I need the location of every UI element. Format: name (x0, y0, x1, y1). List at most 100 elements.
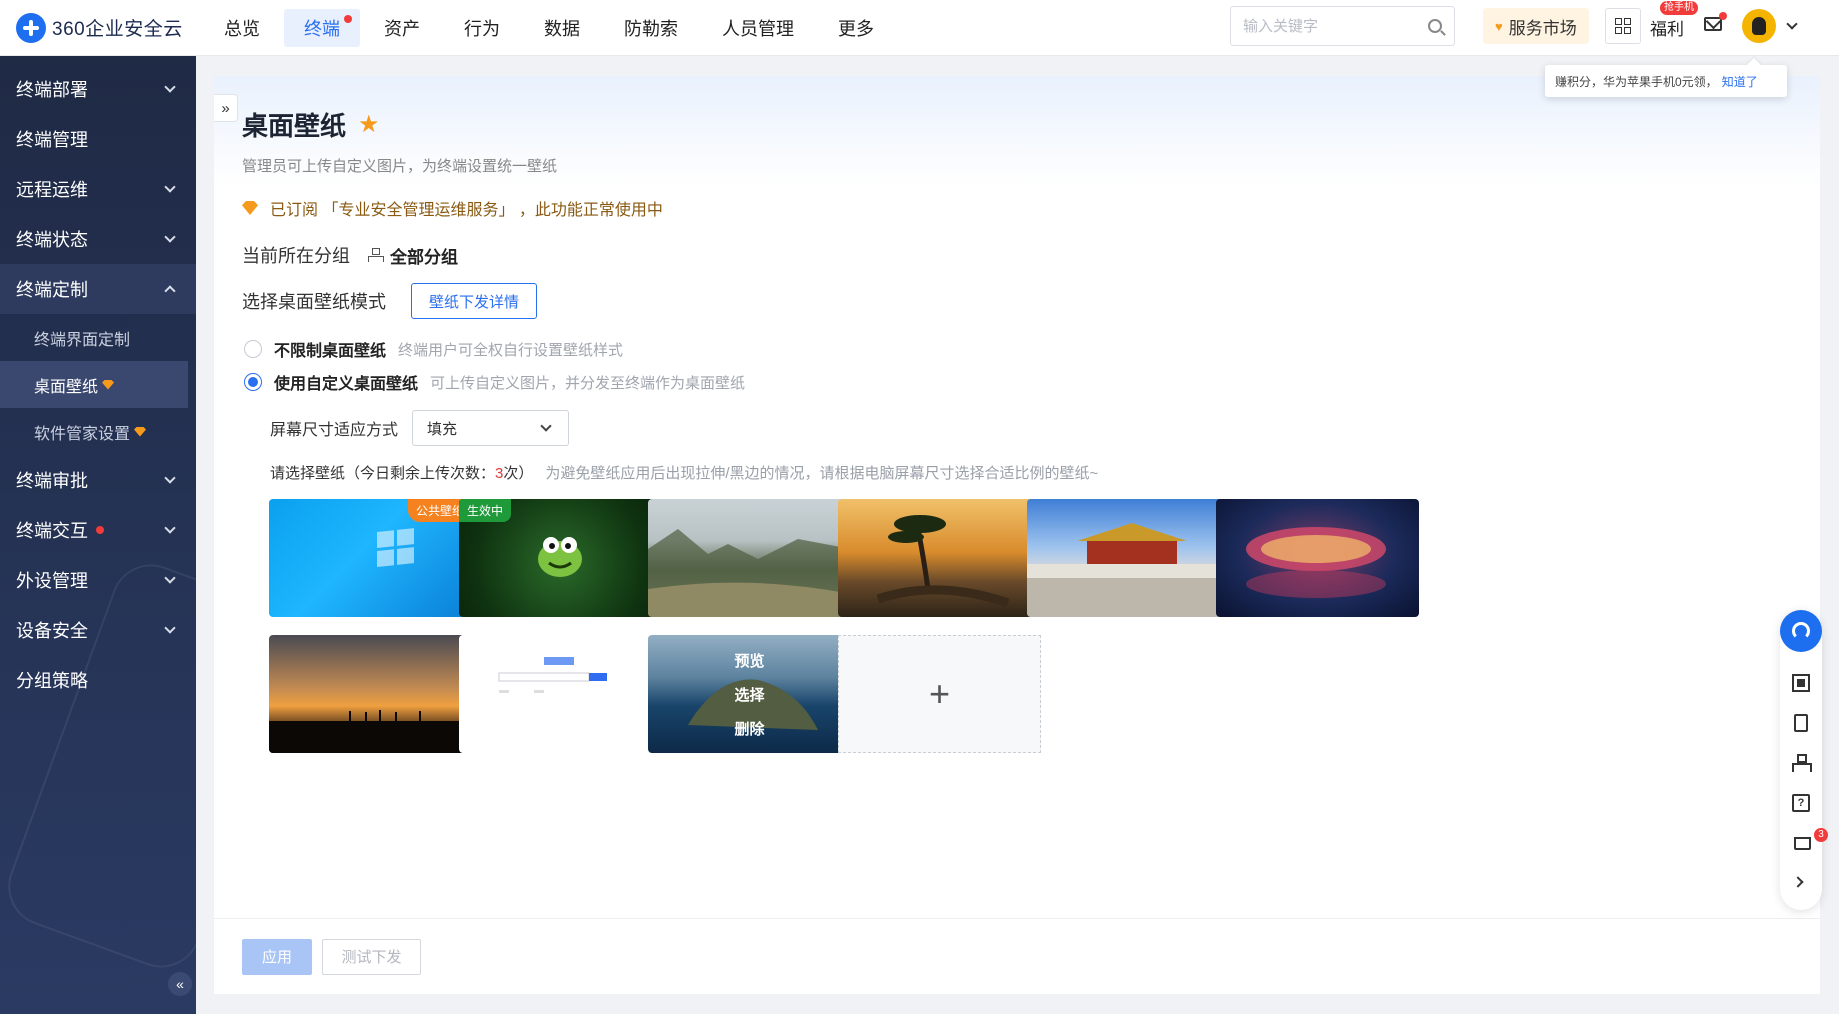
group-value[interactable]: 全部分组 (390, 243, 458, 268)
canyon-landscape-image (648, 529, 851, 617)
subscription-text: 已订阅 「专业安全管理运维服务」 ，此功能正常使用中 (270, 202, 663, 219)
sidebar-item-status[interactable]: 终端状态 (0, 214, 196, 264)
fit-mode-value: 填充 (427, 420, 458, 438)
wallpaper-tile-sunset[interactable] (269, 635, 472, 753)
test-dispatch-button[interactable]: 测试下发 (322, 938, 421, 975)
select-action[interactable]: 选择 (734, 684, 764, 705)
sunset-silhouette-image (269, 710, 472, 753)
delete-action[interactable]: 删除 (734, 718, 764, 739)
sidebar-item-group-policy[interactable]: 分组策略 (0, 655, 196, 705)
apps-grid-button[interactable] (1605, 8, 1641, 44)
sidebar-item-label: 终端部署 (16, 80, 88, 100)
nav-endpoint[interactable]: 终端 (284, 8, 360, 47)
qr-code-icon[interactable] (1792, 674, 1810, 692)
fuli-badge: 抢手机 (1660, 1, 1698, 15)
sidebar-subitem-label: 软件管家设置 (34, 425, 131, 443)
sidebar-item-manage[interactable]: 终端管理 (0, 114, 196, 164)
nav-overview[interactable]: 总览 (204, 9, 280, 47)
wallpaper-tile-canyon[interactable] (648, 499, 851, 617)
nav-behavior[interactable]: 行为 (444, 9, 520, 47)
nav-more[interactable]: 更多 (818, 9, 894, 47)
wallpaper-tile-windows[interactable]: 公共壁纸 (269, 499, 472, 617)
sidebar-item-customize[interactable]: 终端定制 (0, 264, 196, 314)
chevron-down-icon[interactable] (1786, 18, 1798, 30)
nav-endpoint-label: 终端 (304, 18, 340, 39)
sidebar-item-deploy[interactable]: 终端部署 (0, 64, 196, 114)
sidebar-item-label: 终端管理 (16, 130, 88, 150)
sidebar-subitem-wallpaper[interactable]: 桌面壁纸 (0, 361, 188, 408)
chevron-right-icon[interactable] (1792, 876, 1804, 888)
option-unlimited[interactable]: 不限制桌面壁纸 终端用户可全权自行设置壁纸样式 (244, 337, 623, 361)
birds-nest-stadium-image (1246, 527, 1386, 598)
radio-unlimited[interactable] (244, 340, 262, 358)
app-logo[interactable]: 360企业安全云 (0, 12, 200, 43)
nav-endpoint-dot (344, 14, 352, 23)
page-title: 桌面壁纸 ★ (242, 106, 1820, 143)
upload-hint: 请选择壁纸（今日剩余上传次数：3次） 为避免壁纸应用后出现拉伸/黑边的情况，请根据… (270, 462, 1098, 483)
customer-service-button[interactable] (1780, 610, 1822, 652)
org-tree-icon[interactable] (1792, 754, 1812, 772)
nav-data[interactable]: 数据 (524, 9, 600, 47)
fuli-link[interactable]: 福利 (1650, 15, 1684, 40)
subscription-notice: 已订阅 「专业安全管理运维服务」 ，此功能正常使用中 (242, 196, 663, 220)
mode-row: 选择桌面壁纸模式 壁纸下发详情 (242, 283, 538, 319)
wallpaper-tile-tree[interactable] (838, 499, 1041, 617)
promo-dismiss-link[interactable]: 知道了 (1722, 73, 1758, 90)
sidebar-subitem-label: 桌面壁纸 (34, 378, 99, 396)
diamond-icon (242, 201, 258, 215)
sidebar-item-device-security[interactable]: 设备安全 (0, 605, 196, 655)
star-icon[interactable]: ★ (358, 110, 380, 139)
mail-icon[interactable] (1704, 17, 1722, 31)
nav-ransomware[interactable]: 防勒索 (604, 9, 698, 47)
sidebar-subitem-software[interactable]: 软件管家设置 (0, 408, 196, 455)
fit-mode-select[interactable]: 填充 (412, 410, 570, 446)
wallpaper-dispatch-detail-button[interactable]: 壁纸下发详情 (411, 283, 538, 319)
option-unlimited-label: 不限制桌面壁纸 (274, 343, 387, 360)
service-market-button[interactable]: ♥ 服务市场 (1483, 8, 1589, 44)
sidebar-item-remote-ops[interactable]: 远程运维 (0, 164, 196, 214)
nav-assets[interactable]: 资产 (364, 9, 440, 47)
search-icon[interactable] (1428, 19, 1442, 33)
search-input[interactable] (1243, 17, 1423, 35)
wallpaper-tile-island[interactable]: 预览 选择 删除 (648, 635, 851, 753)
forbidden-city-image (1027, 523, 1230, 617)
cart-icon[interactable]: 3 (1792, 828, 1828, 852)
nav-people[interactable]: 人员管理 (702, 9, 814, 47)
wallpaper-tile-frog[interactable]: 生效中 (459, 499, 662, 617)
promo-tooltip: 赚积分，华为苹果手机0元领， 知道了 (1545, 65, 1787, 97)
chevron-down-icon (164, 81, 176, 93)
avatar[interactable] (1742, 9, 1776, 43)
chevron-down-icon (164, 622, 176, 634)
sidebar-subitem-ui-customize[interactable]: 终端界面定制 (0, 314, 196, 361)
sidebar-item-peripheral[interactable]: 外设管理 (0, 555, 196, 605)
chevron-down-icon (164, 181, 176, 193)
wallpaper-tile-palace[interactable] (1027, 499, 1230, 617)
grid-icon (1615, 18, 1631, 34)
promo-tooltip-text: 赚积分，华为苹果手机0元领， (1555, 74, 1718, 89)
help-icon[interactable]: ? (1792, 794, 1810, 812)
expand-panel-button[interactable]: » (214, 94, 238, 122)
wallpaper-tile-baidu[interactable] (459, 635, 662, 753)
sidebar-item-label: 终端定制 (16, 280, 88, 300)
apply-button[interactable]: 应用 (242, 938, 312, 975)
chevron-down-icon (164, 231, 176, 243)
add-wallpaper-button[interactable]: + (838, 635, 1041, 753)
sidebar-item-interaction[interactable]: 终端交互 (0, 505, 196, 555)
wallpaper-tile-stadium[interactable] (1216, 499, 1419, 617)
page-title-text: 桌面壁纸 (242, 111, 347, 141)
mobile-icon[interactable] (1794, 714, 1808, 732)
main-content: » 桌面壁纸 ★ 管理员可上传自定义图片，为终端设置统一壁纸 已订阅 「专业安全… (214, 76, 1820, 994)
option-custom-label: 使用自定义桌面壁纸 (274, 376, 419, 393)
sidebar-item-approval[interactable]: 终端审批 (0, 455, 196, 505)
sidebar-item-label: 分组策略 (16, 671, 88, 691)
search-box (1230, 6, 1455, 46)
logo-icon (16, 12, 46, 43)
sidebar-collapse-button[interactable]: « (168, 972, 192, 996)
sidebar-item-label: 终端交互 (16, 521, 88, 541)
hint-note: 为避免壁纸应用后出现拉伸/黑边的情况，请根据电脑屏幕尺寸选择合适比例的壁纸~ (545, 465, 1099, 482)
active-wallpaper-tag: 生效中 (459, 499, 512, 522)
lone-tree-image (876, 515, 1010, 608)
radio-custom[interactable] (244, 373, 262, 391)
preview-action[interactable]: 预览 (734, 650, 764, 671)
option-custom[interactable]: 使用自定义桌面壁纸 可上传自定义图片，并分发至终端作为桌面壁纸 (244, 370, 745, 394)
